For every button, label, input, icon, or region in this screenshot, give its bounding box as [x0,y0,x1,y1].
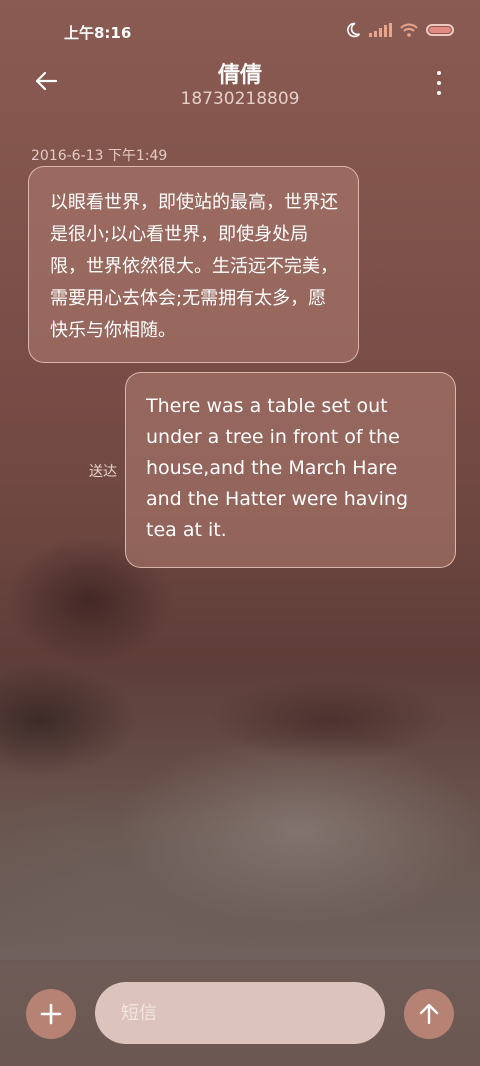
conversation-header: 倩倩 18730218809 [0,55,480,115]
contact-phone-number: 18730218809 [180,89,300,109]
plus-icon [40,1003,62,1025]
contact-name: 倩倩 [217,63,262,88]
status-icons [345,22,454,38]
battery-icon [426,24,454,36]
moon-icon [347,22,361,38]
wifi-icon [400,23,418,37]
composer-bar [0,960,480,1066]
outgoing-message-bubble[interactable]: There was a table set out under a tree i… [125,372,456,568]
more-vertical-icon[interactable] [436,71,442,95]
add-attachment-button[interactable] [26,989,76,1039]
status-time: 上午8:16 [64,24,132,42]
message-input[interactable] [95,982,385,1044]
signal-icon [369,23,392,37]
arrow-up-icon [419,1003,439,1025]
send-button[interactable] [404,989,454,1039]
status-bar: 上午8:16 [0,0,480,60]
delivery-status: 送达 [89,464,117,480]
battery-fill [429,27,451,33]
message-timestamp: 2016-6-13 下午1:49 [31,148,168,164]
incoming-message-bubble[interactable]: 以眼看世界，即使站的最高，世界还是很小;以心看世界，即使身处局限，世界依然很大。… [28,166,359,363]
